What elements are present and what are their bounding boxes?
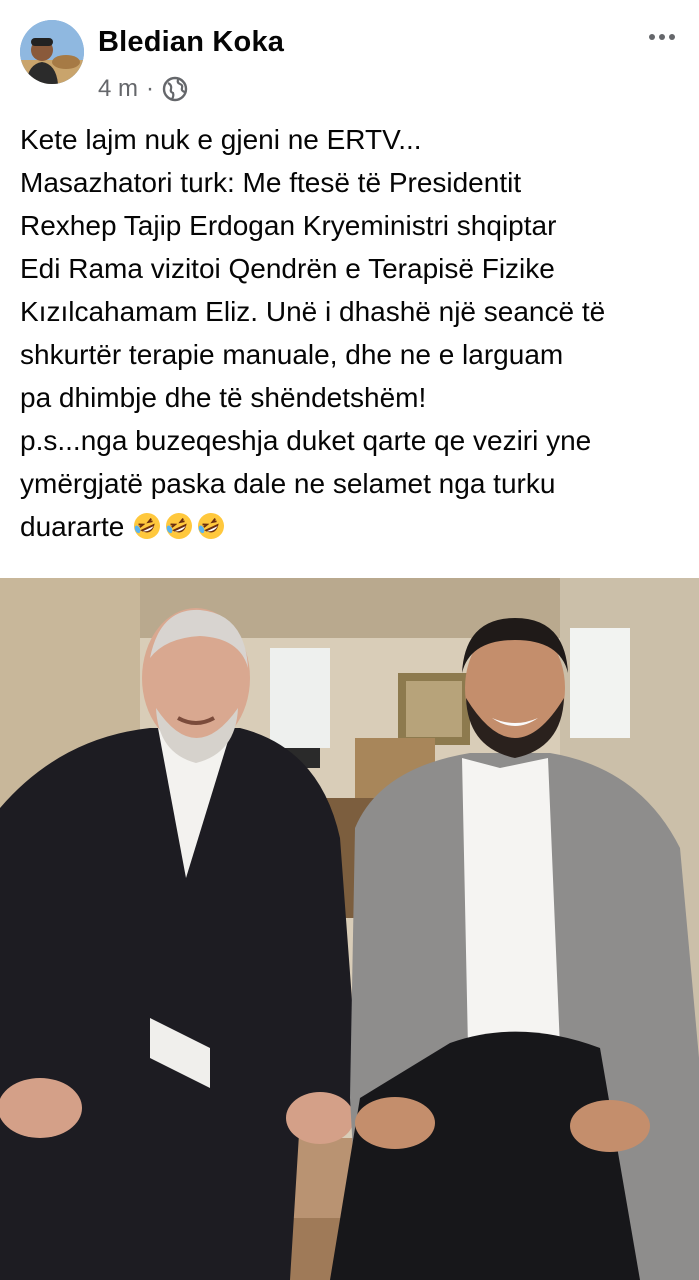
post-text-line: Kızılcahamam Eliz. Unë i dhashë një sean…	[20, 296, 606, 327]
post-header: Bledian Koka 4 m ·	[0, 0, 699, 110]
post-text-line: Masazhatori turk: Me ftesë të Presidenti…	[20, 167, 522, 198]
more-dot	[669, 34, 675, 40]
more-dot	[659, 34, 665, 40]
post-text-line: Edi Rama vizitoi Qendrën e Terapisë Fizi…	[20, 253, 555, 284]
post-text-line: duararte	[20, 511, 125, 542]
globe-icon	[162, 76, 188, 102]
meta-separator: ·	[146, 75, 155, 102]
post-text-line: p.s...nga buzeqeshja duket qarte qe vezi…	[20, 425, 592, 456]
rolling-on-floor-laughing-icon	[196, 510, 226, 540]
author-name[interactable]: Bledian Koka	[98, 26, 284, 59]
post-meta: 4 m ·	[98, 72, 188, 106]
post-text-line: pa dhimbje dhe të shëndetshëm!	[20, 382, 427, 413]
more-options-button[interactable]	[645, 20, 679, 54]
facebook-post: Bledian Koka 4 m · Kete lajm nuk e gjeni…	[0, 0, 699, 1280]
more-horizontal-icon	[649, 34, 655, 40]
post-text-line: shkurtër terapie manuale, dhe ne e largu…	[20, 339, 564, 370]
rolling-on-floor-laughing-icon	[164, 510, 194, 540]
rolling-on-floor-laughing-icon	[132, 510, 162, 540]
post-text-line: Kete lajm nuk e gjeni ne ERTV...	[20, 124, 422, 155]
author-avatar[interactable]	[20, 20, 84, 84]
post-text-line: Rexhep Tajip Erdogan Kryeministri shqipt…	[20, 210, 557, 241]
post-time[interactable]: 4 m	[98, 75, 138, 103]
post-text-line: ymërgjatë paska dale ne selamet nga turk…	[20, 468, 556, 499]
post-text-last-line: duararte	[20, 505, 692, 548]
post-text: Kete lajm nuk e gjeni ne ERTV... Masazha…	[20, 118, 692, 548]
post-photo[interactable]	[0, 578, 699, 1280]
